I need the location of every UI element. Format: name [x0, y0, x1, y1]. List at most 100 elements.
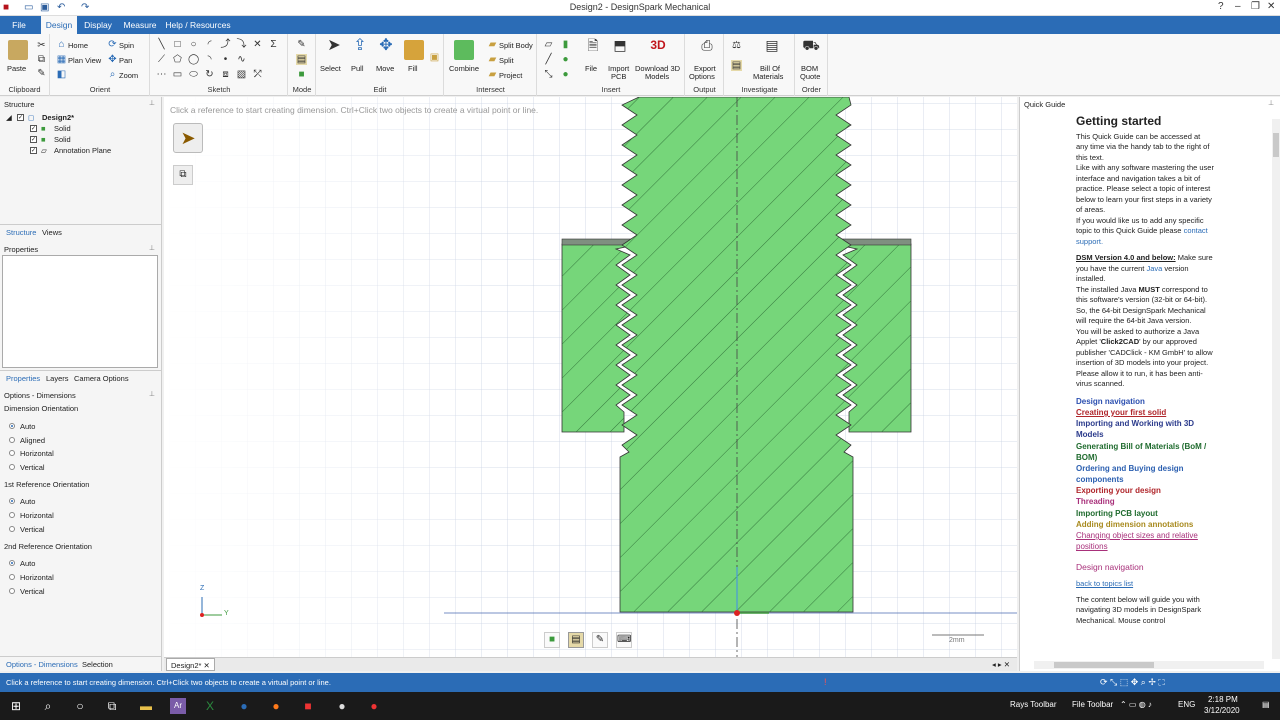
menu-file[interactable]: File — [2, 16, 36, 34]
axis-icon[interactable]: ╱ — [543, 54, 554, 65]
point-icon[interactable]: • — [220, 54, 231, 65]
paste-button[interactable]: Paste — [7, 64, 26, 73]
3d-mode-icon[interactable]: ■ — [296, 69, 307, 80]
scrollbar-thumb[interactable] — [1273, 133, 1279, 157]
select-tool-icon[interactable]: ➤ — [173, 123, 203, 153]
keyboard-icon[interactable]: ⌨ — [616, 632, 632, 648]
radio-horizontal[interactable] — [9, 574, 15, 580]
pin-icon[interactable]: ⊥ — [149, 99, 155, 107]
topic-importing-pcb[interactable]: Importing PCB layout — [1076, 508, 1214, 519]
radio-horizontal[interactable] — [9, 450, 15, 456]
pin-icon[interactable]: ⊥ — [1268, 99, 1274, 107]
tree-checkbox[interactable]: ✓ — [30, 125, 37, 132]
radio-vertical-label[interactable]: Vertical — [20, 463, 45, 472]
tab-views[interactable]: Views — [42, 228, 62, 237]
topic-exporting-design[interactable]: Exporting your design — [1076, 485, 1214, 496]
tab-scroll-icon[interactable]: ◂ ▸ ✕ — [992, 660, 1010, 669]
topic-changing-sizes[interactable]: Changing object sizes and relative posit… — [1076, 530, 1214, 552]
line-tool-icon[interactable]: ╲ — [156, 39, 167, 50]
construction-line-icon[interactable]: ⋯ — [156, 69, 167, 80]
tree-checkbox[interactable]: ✓ — [30, 147, 37, 154]
minimize-icon[interactable]: – — [1235, 1, 1241, 12]
firefox-icon[interactable]: ● — [268, 698, 284, 714]
close-icon[interactable]: ✕ — [1267, 1, 1275, 12]
tab-selection[interactable]: Selection — [82, 660, 113, 669]
file-toolbar-label[interactable]: File Toolbar — [1072, 700, 1113, 709]
split-button[interactable]: Split — [499, 56, 514, 65]
download-3d-icon[interactable]: 3D — [646, 39, 670, 58]
three-point-arc-icon[interactable]: ◝ — [204, 54, 215, 65]
radio-aligned-label[interactable]: Aligned — [20, 436, 45, 445]
measure-icon[interactable]: ▤ — [731, 60, 742, 71]
home-icon[interactable]: ⌂ — [56, 39, 67, 50]
project-button[interactable]: Project — [499, 71, 522, 80]
sweep-arc-icon[interactable]: ⤴ — [220, 39, 231, 50]
java-link[interactable]: Java — [1146, 264, 1162, 273]
tab-camera-options[interactable]: Camera Options — [74, 374, 129, 383]
fill-button[interactable]: Fill — [408, 64, 418, 73]
rays-toolbar-label[interactable]: Rays Toolbar — [1010, 700, 1057, 709]
tree-item-design2[interactable]: Design2* — [42, 113, 74, 122]
cylinder-icon[interactable]: ▮ — [560, 39, 571, 50]
horizontal-scrollbar-thumb[interactable] — [1054, 662, 1154, 668]
export-options-icon[interactable]: ⎙ — [698, 38, 716, 58]
cortana-icon[interactable]: ○ — [72, 698, 88, 714]
spline-icon[interactable]: ∿ — [236, 54, 247, 65]
export-options-button-line2[interactable]: Options — [689, 72, 715, 81]
rectangle-tool-icon[interactable]: □ — [172, 39, 183, 50]
view-cube-icon[interactable]: ◧ — [56, 69, 67, 80]
paste-icon[interactable] — [8, 40, 28, 60]
menu-display[interactable]: Display — [80, 16, 116, 34]
move-button[interactable]: Move — [376, 64, 394, 73]
pin-icon[interactable]: ⊥ — [149, 244, 155, 252]
tree-item-annotation-plane[interactable]: Annotation Plane — [54, 146, 111, 155]
zoom-icon[interactable]: ⌕ — [107, 69, 118, 80]
radio-vertical-label[interactable]: Vertical — [20, 525, 45, 534]
file-button[interactable]: File — [585, 64, 597, 73]
design-viewport[interactable] — [164, 97, 1017, 657]
trim-icon[interactable]: ✕ — [252, 39, 263, 50]
radio-horizontal-label[interactable]: Horizontal — [20, 449, 54, 458]
radio-auto[interactable] — [9, 498, 15, 504]
sum-icon[interactable]: Σ — [268, 39, 279, 50]
plan-view-icon[interactable]: ▦ — [56, 54, 67, 65]
pattern-icon[interactable]: ▧ — [236, 69, 247, 80]
radio-horizontal-label[interactable]: Horizontal — [20, 573, 54, 582]
origin-icon[interactable]: ⤡ — [543, 69, 554, 80]
tab-properties[interactable]: Properties — [6, 374, 40, 383]
radio-vertical-label[interactable]: Vertical — [20, 587, 45, 596]
horizontal-scrollbar[interactable] — [1034, 661, 1264, 669]
tangent-arc-icon[interactable]: ⤵ — [236, 39, 247, 50]
task-view-icon[interactable]: ⧉ — [104, 698, 120, 714]
radio-auto-label[interactable]: Auto — [20, 422, 35, 431]
sketch-mode-icon[interactable]: ✎ — [296, 39, 307, 50]
plan-view-button[interactable]: Plan View — [68, 56, 101, 65]
bom-quote-button-line2[interactable]: Quote — [800, 72, 820, 81]
arc-tool-icon[interactable]: ◜ — [204, 39, 215, 50]
tab-design2[interactable]: Design2* ✕ — [166, 658, 215, 671]
spin-button[interactable]: Spin — [119, 41, 134, 50]
section-mode-icon[interactable]: ▤ — [568, 632, 584, 648]
design-canvas[interactable]: Click a reference to start creating dime… — [164, 97, 1017, 657]
topic-threading[interactable]: Threading — [1076, 496, 1214, 507]
plane-icon[interactable]: ▱ — [543, 39, 554, 50]
fill-icon[interactable] — [404, 40, 424, 60]
circle-tool-icon[interactable]: ○ — [188, 39, 199, 50]
bend-icon[interactable]: ⤱ — [252, 69, 263, 80]
tree-checkbox[interactable]: ✓ — [30, 136, 37, 143]
bill-of-materials-icon[interactable]: ▤ — [763, 38, 781, 58]
import-pcb-button-line2[interactable]: PCB — [611, 72, 626, 81]
bill-of-materials-button-line2[interactable]: Materials — [753, 72, 783, 81]
topic-dimension-annotations[interactable]: Adding dimension annotations — [1076, 519, 1214, 530]
radio-aligned[interactable] — [9, 437, 15, 443]
rotate-icon[interactable]: ↻ — [204, 69, 215, 80]
sketch-mode-icon[interactable]: ✎ — [592, 632, 608, 648]
zoom-button[interactable]: Zoom — [119, 71, 138, 80]
language-indicator[interactable]: ENG — [1178, 700, 1195, 709]
select-icon[interactable]: ➤ — [325, 38, 343, 58]
radio-auto-label[interactable]: Auto — [20, 497, 35, 506]
notifications-icon[interactable]: ▤ — [1262, 700, 1270, 709]
back-to-topics-link[interactable]: back to topics list — [1076, 579, 1214, 590]
expand-icon[interactable]: ◢ — [6, 113, 12, 122]
clock-time[interactable]: 2:18 PM — [1208, 695, 1238, 704]
